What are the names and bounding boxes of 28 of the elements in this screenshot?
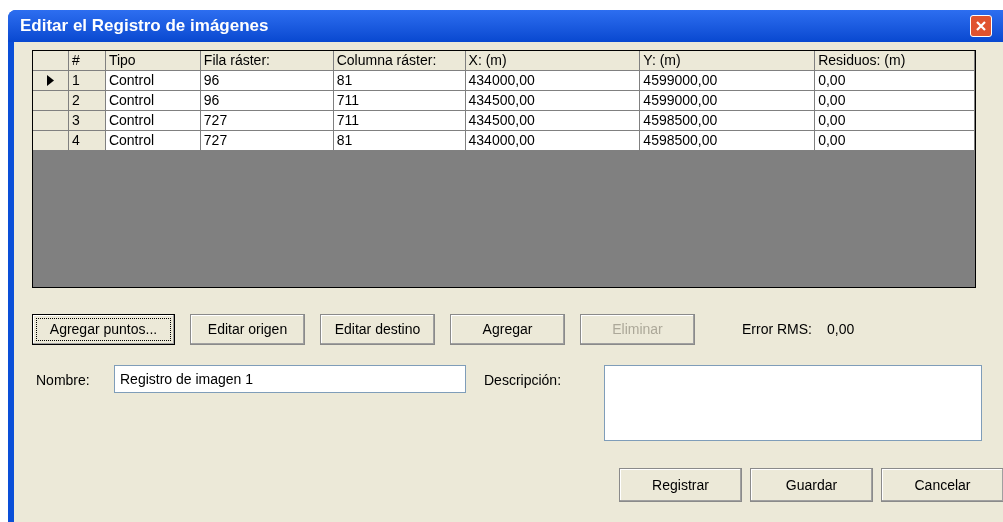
name-label: Nombre:: [36, 371, 91, 390]
description-label: Descripción:: [484, 371, 563, 390]
close-button[interactable]: [970, 15, 992, 37]
table-cell: 434000,00: [465, 131, 641, 151]
row-header[interactable]: [33, 71, 69, 91]
row-pointer-icon: [46, 75, 54, 86]
window-title: Editar el Registro de imágenes: [20, 15, 269, 38]
table-cell: 4598500,00: [640, 131, 816, 151]
action-button[interactable]: Editar destino: [320, 314, 435, 345]
dialog-button[interactable]: Registrar: [619, 468, 742, 502]
table-cell: 4: [68, 131, 106, 151]
rms-value: 0,00: [827, 320, 855, 339]
table-cell: 727: [200, 131, 334, 151]
table-cell: 81: [333, 131, 466, 151]
dialog-button[interactable]: Guardar: [750, 468, 873, 502]
table-cell: Control: [105, 131, 201, 151]
table-cell: 0,00: [815, 131, 975, 151]
name-field[interactable]: Registro de imagen 1: [114, 365, 466, 393]
action-button[interactable]: Agregar: [450, 314, 565, 345]
close-icon: [975, 20, 987, 32]
dialog-button[interactable]: Cancelar: [881, 468, 1003, 502]
action-button[interactable]: Agregar puntos...: [32, 314, 175, 345]
action-button[interactable]: Editar origen: [190, 314, 305, 345]
rms-label: Error RMS:: [742, 320, 812, 339]
table-cell: 2: [68, 91, 106, 111]
table-cell: 1: [68, 71, 106, 91]
table-cell: 3: [68, 111, 106, 131]
description-field[interactable]: [604, 365, 982, 441]
